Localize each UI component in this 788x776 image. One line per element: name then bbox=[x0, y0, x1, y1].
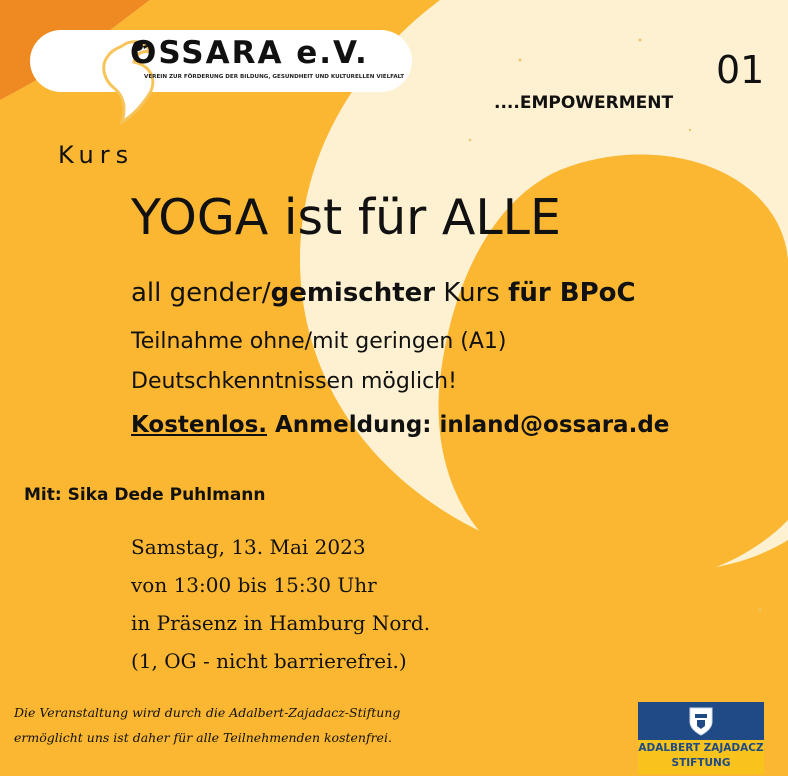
audience-part-b: gemischter bbox=[270, 278, 436, 308]
poster: OSSARA e.V. VEREIN ZUR FÖRDERUNG DER BIL… bbox=[0, 0, 788, 776]
course-title: YOGA ist für ALLE bbox=[131, 189, 561, 246]
logo-title: OSSARA e.V. bbox=[130, 35, 369, 71]
sponsor-name-line-2: STIFTUNG bbox=[671, 757, 731, 769]
dot bbox=[638, 38, 642, 42]
language-line-2: Deutschkenntnissen möglich! bbox=[131, 369, 457, 394]
language-line-1: Teilnahme ohne/mit geringen (A1) bbox=[131, 329, 507, 354]
logo-badge: OSSARA e.V. VEREIN ZUR FÖRDERUNG DER BIL… bbox=[30, 30, 412, 126]
audience-part-a: all gender/ bbox=[131, 278, 271, 308]
footer-line-1: Die Veranstaltung wird durch die Adalber… bbox=[14, 705, 401, 720]
audience-part-c: Kurs bbox=[435, 278, 509, 308]
crest-icon bbox=[689, 707, 713, 736]
page-number: 01 bbox=[716, 48, 765, 92]
registration-line: Kostenlos. Anmeldung: inland@ossara.de bbox=[131, 412, 669, 438]
dot bbox=[518, 58, 522, 62]
logo-subtitle: VEREIN ZUR FÖRDERUNG DER BILDUNG, GESUND… bbox=[144, 74, 405, 80]
audience-part-d: für BPoC bbox=[508, 278, 636, 308]
sponsor-name-line-1: ADALBERT ZAJADACZ bbox=[638, 742, 764, 754]
free-label: Kostenlos. bbox=[131, 412, 267, 438]
sponsor-logo: ADALBERT ZAJADACZ STIFTUNG bbox=[638, 702, 764, 774]
dot bbox=[468, 138, 472, 142]
dot bbox=[758, 608, 762, 612]
event-time: von 13:00 bis 15:30 Uhr bbox=[131, 573, 377, 597]
event-location: in Präsenz in Hamburg Nord. bbox=[131, 611, 431, 635]
event-date: Samstag, 13. Mai 2023 bbox=[131, 535, 366, 559]
event-accessibility: (1, OG - nicht barrierefrei.) bbox=[131, 649, 407, 673]
kurs-label: Kurs bbox=[58, 141, 135, 169]
instructor: Mit: Sika Dede Puhlmann bbox=[24, 485, 266, 505]
tagline: ....EMPOWERMENT bbox=[494, 93, 674, 113]
footer-line-2: ermöglicht uns ist daher für alle Teilne… bbox=[14, 730, 392, 745]
registration-email[interactable]: Anmeldung: inland@ossara.de bbox=[267, 412, 669, 438]
audience-line: all gender/gemischter Kurs für BPoC bbox=[131, 278, 636, 308]
dot bbox=[688, 128, 692, 132]
